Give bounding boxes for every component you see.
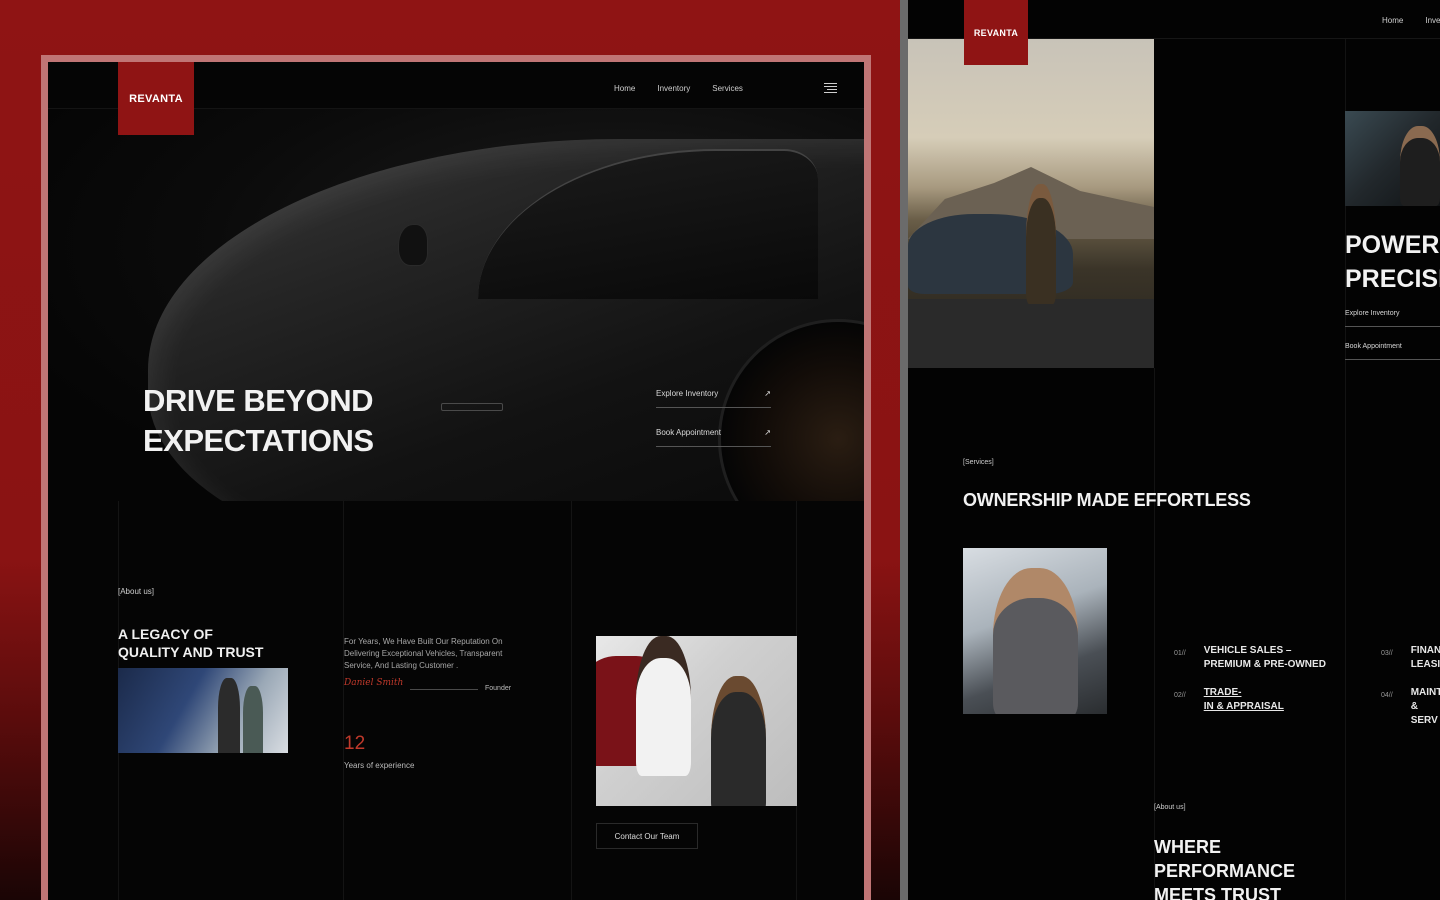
- explore-inventory-link[interactable]: Explore Inventory ↗: [656, 389, 771, 408]
- about-tag: [About us]: [1154, 804, 1186, 811]
- hero-image-traveler: [908, 39, 1154, 368]
- grid-line: [1154, 368, 1155, 900]
- service-item[interactable]: 02// TRADE- IN & APPRAISAL: [1174, 686, 1284, 714]
- brand-logo[interactable]: REVANTA: [964, 0, 1028, 65]
- about-tag: [About us]: [118, 587, 155, 596]
- nav-inventory-link[interactable]: Inven: [1425, 16, 1440, 25]
- nav-services-link[interactable]: Services: [712, 84, 743, 93]
- grid-line: [343, 501, 344, 900]
- experience-stat: 12: [344, 733, 366, 754]
- service-item[interactable]: 03// FINAN LEASI: [1381, 644, 1440, 672]
- hero-image-mechanic: [1345, 111, 1440, 206]
- nav-home-link[interactable]: Home: [614, 84, 635, 93]
- hamburger-icon[interactable]: [824, 83, 837, 93]
- frame-divider: [900, 0, 908, 900]
- brand-logo[interactable]: REVANTA: [118, 62, 194, 135]
- hero-links: Explore Inventory ↗ Book Appointment ↗: [1345, 309, 1440, 375]
- about-paragraph: For Years, We Have Built Our Reputation …: [344, 637, 503, 670]
- nav-home-link[interactable]: Home: [1382, 16, 1403, 25]
- experience-label: Years of experience: [344, 761, 415, 770]
- hero-links: Explore Inventory ↗ Book Appointment ↗: [656, 389, 771, 467]
- arrow-up-right-icon: ↗: [764, 428, 771, 437]
- arrow-up-right-icon: ↗: [764, 389, 771, 398]
- book-appointment-link[interactable]: Book Appointment ↗: [1345, 342, 1440, 360]
- hero-section: DRIVE BEYOND EXPECTATIONS Explore Invent…: [48, 109, 864, 501]
- about-image-customers: [118, 668, 288, 753]
- landing-page-preview-left: Home Inventory Services REVANTA DRIVE BE…: [41, 55, 871, 900]
- contact-team-button[interactable]: Contact Our Team: [596, 823, 698, 849]
- about-image-sales-consult: [596, 636, 797, 806]
- hero-title: POWER PRECISI: [1345, 231, 1440, 293]
- about-heading: WHERE PERFORMANCE MEETS TRUST: [1154, 837, 1296, 900]
- nav-inventory-link[interactable]: Inventory: [657, 84, 690, 93]
- services-heading: OWNERSHIP MADE EFFORTLESS: [963, 490, 1251, 510]
- car-door-handle: [441, 403, 503, 411]
- about-heading: A LEGACY OF QUALITY AND TRUST: [118, 626, 264, 660]
- nav-links: Home Inventory Services: [614, 84, 743, 93]
- services-tag: [Services]: [963, 459, 994, 466]
- hero-title: DRIVE BEYOND EXPECTATIONS: [143, 383, 374, 458]
- service-item[interactable]: 01// VEHICLE SALES – PREMIUM & PRE-OWNED: [1174, 644, 1326, 672]
- book-appointment-link[interactable]: Book Appointment ↗: [656, 428, 771, 447]
- grid-line: [571, 501, 572, 900]
- landing-page-preview-right: REVANTA Home Inven POWER PRECISI Explore…: [908, 0, 1440, 900]
- explore-inventory-link[interactable]: Explore Inventory ↗: [1345, 309, 1440, 327]
- nav-links: Home Inven: [1382, 16, 1440, 25]
- car-mirror: [398, 224, 428, 266]
- service-item[interactable]: 04// MAINT & SERV: [1381, 686, 1440, 728]
- founder-signature: Daniel Smith: [344, 678, 404, 688]
- services-image-keys: [963, 548, 1107, 714]
- founder-role: Founder: [485, 685, 512, 692]
- signature-line: [410, 689, 478, 690]
